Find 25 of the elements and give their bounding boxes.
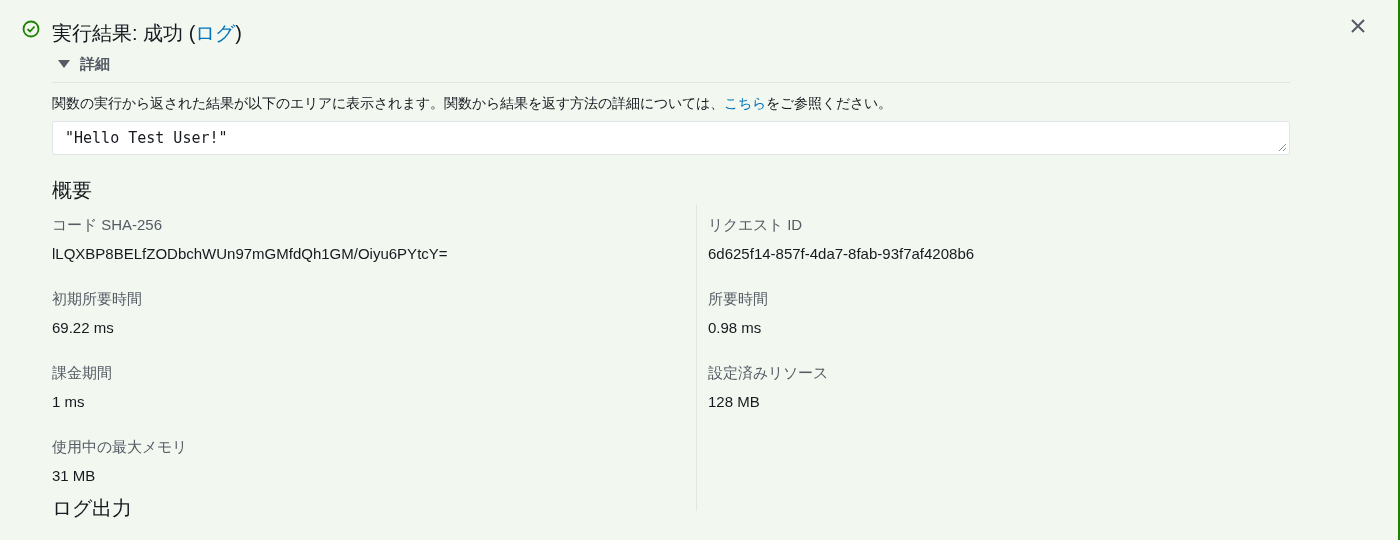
field-value: 1 ms	[52, 392, 86, 411]
success-check-icon	[22, 20, 40, 38]
field-label: 初期所要時間	[52, 289, 143, 308]
field-label: 所要時間	[708, 289, 769, 308]
field-value: lLQXBP8BELfZODbchWUn97mGMfdQh1GM/Oiyu6PYtcY=	[52, 244, 449, 263]
output-text-area[interactable]: "Hello Test User!"	[52, 121, 1290, 155]
close-icon	[1350, 18, 1366, 34]
result-title: 実行結果: 成功 (ログ)	[52, 21, 243, 46]
field-value: 0.98 ms	[708, 318, 763, 337]
here-link[interactable]: こちら	[724, 95, 766, 111]
field-label: 課金期間	[52, 363, 113, 382]
details-toggle[interactable]: 詳細	[58, 54, 1290, 74]
log-output-heading: ログ出力	[52, 496, 133, 521]
field-value: 31 MB	[52, 466, 97, 485]
description-text: 関数の実行から返された結果が以下のエリアに表示されます。関数から結果を返す方法の詳細については、こちら をご参照ください。	[52, 94, 893, 113]
field-value: 6d625f14-857f-4da7-8fab-93f7af4208b6	[708, 244, 976, 263]
summary-heading: 概要	[52, 178, 93, 203]
field-label: リクエスト ID	[708, 215, 804, 234]
field-value: 128 MB	[708, 392, 761, 411]
field-value: 69.22 ms	[52, 318, 115, 337]
field-label: 使用中の最大メモリ	[52, 437, 188, 456]
log-link[interactable]: ログ	[195, 22, 236, 44]
field-label: コード SHA-256	[52, 215, 164, 234]
resize-handle-icon[interactable]	[1278, 143, 1287, 152]
field-label: 設定済みリソース	[708, 363, 829, 382]
